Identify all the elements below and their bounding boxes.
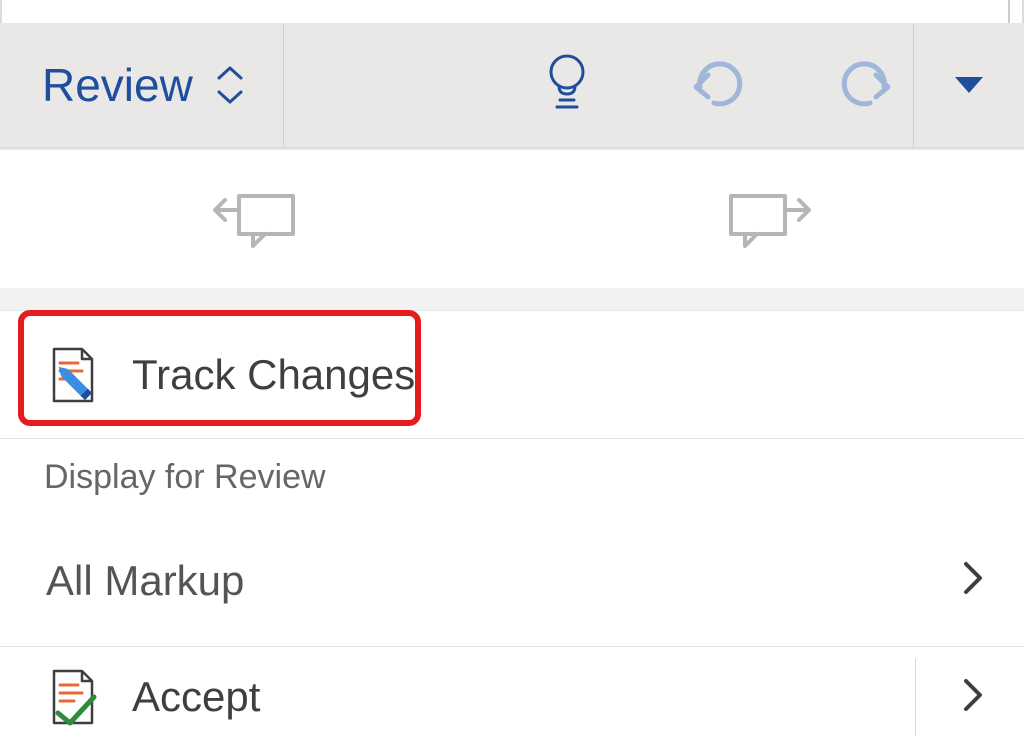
all-markup-label: All Markup xyxy=(46,557,244,605)
section-gap xyxy=(0,288,1024,311)
accept-icon xyxy=(46,667,106,727)
chevron-right-icon xyxy=(962,560,984,601)
track-changes-row[interactable]: Track Changes xyxy=(0,311,1024,439)
ribbon-tab-review[interactable]: Review xyxy=(0,23,284,147)
accept-label: Accept xyxy=(132,673,260,721)
redo-icon xyxy=(838,57,896,114)
accept-split-divider xyxy=(915,658,916,736)
comment-nav-row xyxy=(0,148,1024,288)
undo-button[interactable] xyxy=(677,57,757,114)
ribbon-tab-label: Review xyxy=(42,58,193,112)
previous-comment-button[interactable] xyxy=(0,150,512,288)
undo-icon xyxy=(688,57,746,114)
chevron-right-icon[interactable] xyxy=(962,677,984,718)
tell-me-button[interactable] xyxy=(527,52,607,119)
display-for-review-header: Display for Review xyxy=(0,439,1024,515)
dropdown-triangle-icon xyxy=(955,77,983,93)
toolbar-more-dropdown[interactable] xyxy=(914,23,1024,147)
ribbon-switcher-icon[interactable] xyxy=(217,66,243,104)
previous-comment-icon xyxy=(213,184,299,255)
all-markup-row[interactable]: All Markup xyxy=(0,515,1024,647)
track-changes-label: Track Changes xyxy=(132,351,415,399)
display-for-review-label: Display for Review xyxy=(44,458,326,497)
next-comment-icon xyxy=(725,184,811,255)
track-changes-icon xyxy=(46,345,106,405)
redo-button[interactable] xyxy=(827,57,907,114)
lightbulb-icon xyxy=(546,52,588,119)
accept-row[interactable]: Accept xyxy=(0,647,1024,747)
next-comment-button[interactable] xyxy=(512,150,1024,288)
ribbon-toolbar: Review xyxy=(0,23,1024,148)
top-strip xyxy=(0,0,1024,23)
